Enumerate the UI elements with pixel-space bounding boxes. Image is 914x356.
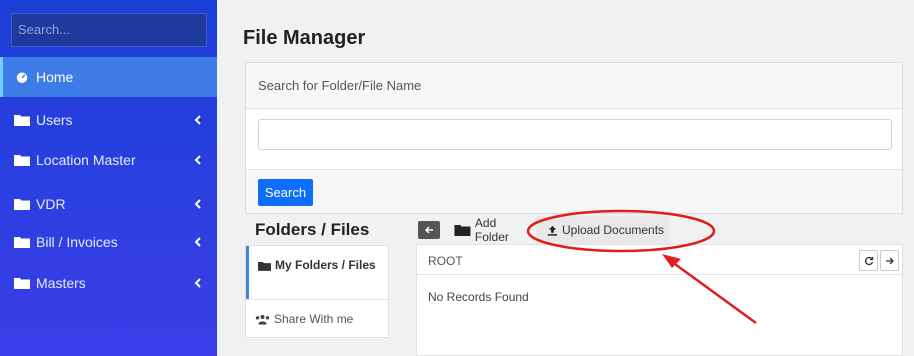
folder-icon [454, 225, 471, 236]
folders-files-list: My Folders / Files Share With me [245, 245, 389, 338]
folder-search-input[interactable] [258, 119, 892, 150]
arrow-left-icon [424, 226, 433, 234]
my-folders-item[interactable]: My Folders / Files [246, 246, 388, 299]
sidebar-item-label: Home [36, 69, 74, 85]
back-button[interactable] [418, 221, 440, 239]
search-button[interactable]: Search [258, 179, 313, 206]
sidebar: Search... Home Users Location Master VDR [0, 0, 217, 356]
forward-button[interactable] [880, 250, 899, 271]
sidebar-item-label: VDR [36, 196, 66, 212]
upload-documents-label: Upload Documents [562, 223, 665, 237]
empty-state-text: No Records Found [428, 290, 529, 304]
share-with-me-item[interactable]: Share With me [246, 299, 388, 337]
upload-icon [547, 225, 558, 236]
chevron-left-icon [194, 237, 201, 247]
chevron-left-icon [194, 115, 201, 125]
chevron-left-icon [194, 155, 201, 165]
sidebar-item-vdr[interactable]: VDR [0, 184, 217, 224]
add-folder-button[interactable]: Add Folder [444, 215, 530, 245]
page-title: File Manager [243, 27, 366, 49]
folder-icon [14, 155, 30, 166]
refresh-button[interactable] [859, 250, 878, 271]
chevron-left-icon [194, 278, 201, 288]
folder-icon [14, 237, 30, 248]
folder-icon [14, 115, 30, 126]
share-with-me-label: Share With me [274, 312, 354, 326]
sidebar-item-label: Users [36, 112, 73, 128]
folders-files-title: Folders / Files [255, 220, 370, 239]
sidebar-item-label: Bill / Invoices [36, 234, 118, 250]
dashboard-icon [16, 72, 28, 83]
search-panel-footer: Search [246, 169, 902, 213]
my-folders-label: My Folders / Files [275, 258, 376, 272]
folder-icon [14, 278, 30, 289]
folder-icon [14, 199, 30, 210]
refresh-icon [864, 256, 873, 265]
sidebar-item-home[interactable]: Home [0, 57, 217, 97]
upload-documents-button[interactable]: Upload Documents [536, 216, 669, 244]
sidebar-item-users[interactable]: Users [0, 100, 217, 140]
sidebar-item-bill-invoices[interactable]: Bill / Invoices [0, 222, 217, 262]
sidebar-search-input[interactable]: Search... [11, 13, 207, 47]
path-breadcrumb: ROOT [417, 245, 902, 275]
search-panel: Search for Folder/File Name Search [245, 62, 903, 214]
arrow-right-icon [885, 257, 894, 264]
users-icon [255, 315, 270, 325]
sidebar-item-label: Masters [36, 275, 86, 291]
chevron-left-icon [194, 199, 201, 209]
sidebar-item-location-master[interactable]: Location Master [0, 140, 217, 180]
sidebar-item-label: Location Master [36, 152, 136, 168]
folder-icon [258, 261, 271, 271]
sidebar-item-masters[interactable]: Masters [0, 263, 217, 303]
add-folder-label: Add Folder [474, 216, 509, 244]
search-panel-header: Search for Folder/File Name [246, 63, 902, 109]
file-browser: ROOT No Records Found [416, 244, 903, 356]
